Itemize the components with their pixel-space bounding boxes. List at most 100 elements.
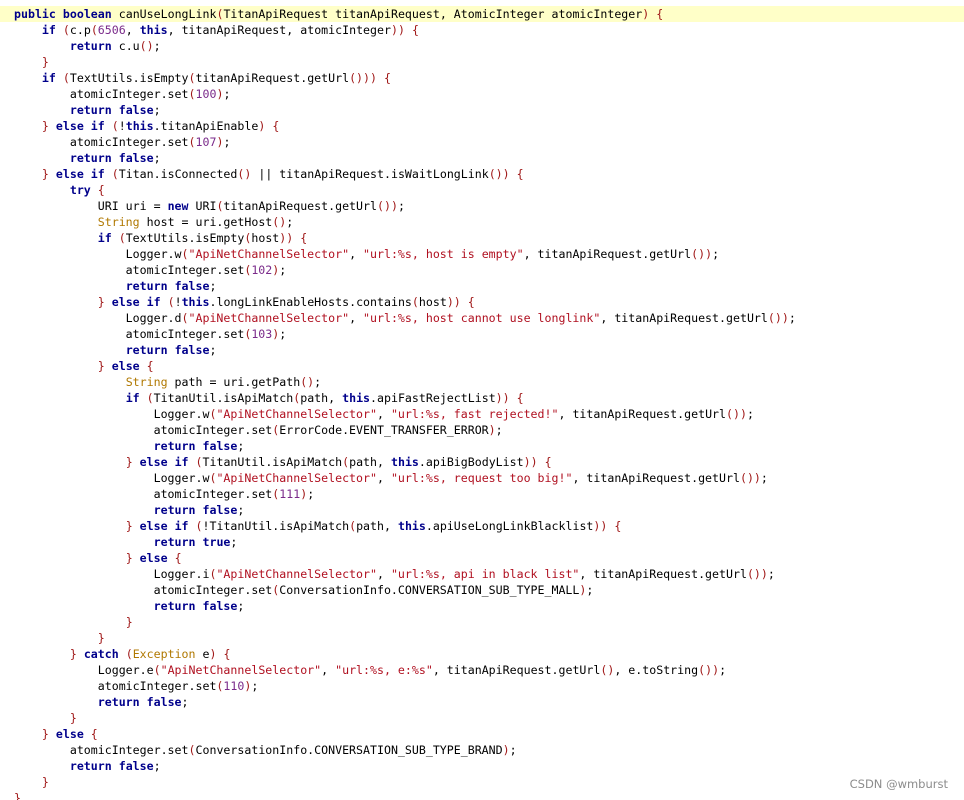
code-token: } <box>69 711 77 725</box>
code-token: ( <box>90 23 98 37</box>
code-token: titanApiRequest.getUrl <box>223 199 377 213</box>
code-token: .apiFastRejectList <box>370 391 496 405</box>
code-token: return <box>69 759 112 773</box>
code-token: 111 <box>279 487 301 501</box>
code-token: , titanApiRequest.getUrl <box>600 311 768 325</box>
code-token: "url:%s, request too big!" <box>390 471 573 485</box>
code-line: atomicInteger.set(102); <box>0 262 964 278</box>
code-token: ; <box>788 311 796 325</box>
code-token: ( <box>111 167 119 181</box>
code-token: this <box>342 391 371 405</box>
code-token: ; <box>712 247 720 261</box>
code-token: 103 <box>251 327 273 341</box>
code-token: || titanApiRequest.isWaitLongLink <box>251 167 489 181</box>
code-token: ( <box>62 23 70 37</box>
code-line: public boolean canUseLongLink(TitanApiRe… <box>0 6 964 22</box>
code-token: , <box>321 663 336 677</box>
code-token: } <box>69 647 77 661</box>
code-token: atomicInteger.set <box>14 743 189 757</box>
code-line: Logger.d("ApiNetChannelSelector", "url:%… <box>0 310 964 326</box>
code-token: , titanApiRequest.getUrl <box>558 407 727 421</box>
code-line: } else if (!this.titanApiEnable) { <box>0 118 964 134</box>
code-token: host = uri.getHost <box>139 215 273 229</box>
code-line: String host = uri.getHost(); <box>0 214 964 230</box>
code-token: ( <box>195 519 203 533</box>
code-token: 110 <box>223 679 245 693</box>
code-token: .apiUseLongLinkBlacklist <box>425 519 594 533</box>
code-token: ConversationInfo.CONVERSATION_SUB_TYPE_B… <box>195 743 503 757</box>
code-line: if (TitanUtil.isApiMatch(path, this.apiF… <box>0 390 964 406</box>
code-token: else <box>111 295 140 309</box>
code-token: path, <box>356 519 398 533</box>
code-token: atomicInteger.set <box>14 423 273 437</box>
code-token: else <box>111 359 140 373</box>
code-token: ()) <box>739 471 761 485</box>
code-token: Logger.i <box>14 567 210 581</box>
code-token: } <box>125 455 133 469</box>
code-editor[interactable]: public boolean canUseLongLink (TitanApiRe… <box>0 0 964 800</box>
code-line: atomicInteger.set(100); <box>0 86 964 102</box>
code-token: Logger.e <box>14 663 154 677</box>
code-token: false <box>146 695 182 709</box>
code-line: return false; <box>0 278 964 294</box>
code-token: false <box>118 759 154 773</box>
code-token: ! <box>118 119 126 133</box>
code-line: String path = uri.getPath(); <box>0 374 964 390</box>
code-line: } else if (Titan.isConnected() || titanA… <box>0 166 964 182</box>
code-token: false <box>202 439 238 453</box>
code-token: "ApiNetChannelSelector" <box>216 471 377 485</box>
code-token: ; <box>279 327 287 341</box>
code-token: true <box>202 535 231 549</box>
code-token: ; <box>307 487 315 501</box>
code-line: atomicInteger.set(110); <box>0 678 964 694</box>
code-token: ()) <box>698 663 720 677</box>
code-token: "url:%s, api in black list" <box>390 567 580 581</box>
code-line: } else { <box>0 726 964 742</box>
code-line: } <box>0 614 964 630</box>
code-token: 102 <box>251 263 273 277</box>
code-token: ( <box>188 135 196 149</box>
code-token: .titanApiEnable <box>153 119 259 133</box>
code-token: false <box>118 151 154 165</box>
code-token: "url:%s, host is empty" <box>363 247 524 261</box>
code-token: this <box>139 23 168 37</box>
code-token: atomicInteger.set <box>14 679 217 693</box>
code-token: false <box>174 279 210 293</box>
code-token: ErrorCode.EVENT_TRANSFER_ERROR <box>279 423 489 437</box>
code-token: () <box>139 39 154 53</box>
code-token: ()) <box>767 311 789 325</box>
code-token: { <box>467 295 475 309</box>
code-token: 100 <box>195 87 217 101</box>
code-line: atomicInteger.set(ConversationInfo.CONVE… <box>0 582 964 598</box>
code-token: ; <box>251 679 259 693</box>
code-token: ConversationInfo.CONVERSATION_SUB_TYPE_M… <box>279 583 580 597</box>
code-line: } <box>0 54 964 70</box>
code-token: canUseLongLink <box>111 7 217 21</box>
code-line: atomicInteger.set(ConversationInfo.CONVE… <box>0 742 964 758</box>
code-token: else <box>139 551 168 565</box>
code-token: ; <box>153 151 161 165</box>
code-token: ; <box>397 199 405 213</box>
